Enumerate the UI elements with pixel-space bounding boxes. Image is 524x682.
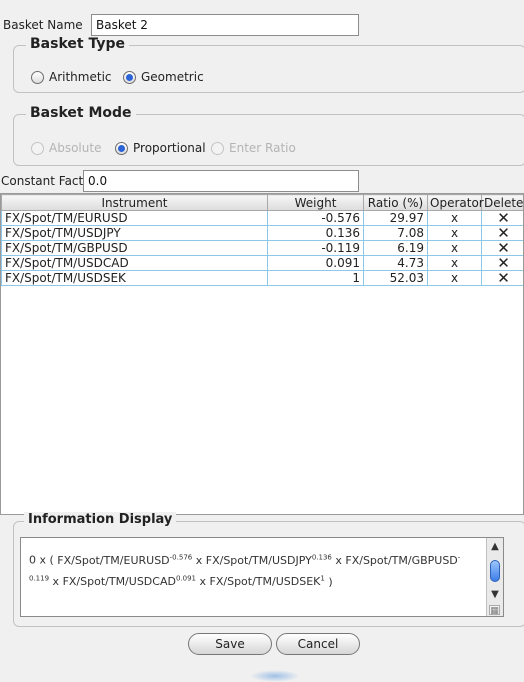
weight-cell[interactable]: -0.119 [268, 241, 364, 256]
cancel-button[interactable]: Cancel [276, 633, 360, 655]
radio-geometric[interactable]: Geometric [123, 70, 204, 84]
table-row[interactable]: FX/Spot/TM/USDJPY 0.136 7.08 x ✕ [2, 226, 524, 241]
formula-term: FX/Spot/TM/EURUSD-0.576 x [57, 554, 202, 567]
weight-cell[interactable]: 1 [268, 271, 364, 286]
ratio-cell[interactable]: 29.97 [364, 211, 428, 226]
weight-cell[interactable]: 0.091 [268, 256, 364, 271]
basket-type-group [13, 45, 524, 93]
instrument-cell[interactable]: FX/Spot/TM/EURUSD [2, 211, 268, 226]
radio-indicator [31, 71, 44, 84]
column-header-weight[interactable]: Weight [268, 195, 364, 211]
delete-x-icon[interactable]: ✕ [482, 211, 524, 226]
radio-indicator [115, 142, 128, 155]
instrument-cell[interactable]: FX/Spot/TM/GBPUSD [2, 241, 268, 256]
formula-prefix: 0 x ( [29, 554, 54, 567]
radio-proportional-label: Proportional [133, 141, 206, 155]
operator-cell[interactable]: x [428, 241, 482, 256]
chevron-down-icon[interactable]: ▼ [487, 588, 503, 602]
operator-cell[interactable]: x [428, 271, 482, 286]
column-header-instrument[interactable]: Instrument [2, 195, 268, 211]
radio-indicator [211, 142, 224, 155]
basket-mode-group [13, 114, 524, 166]
table-row[interactable]: FX/Spot/TM/USDCAD 0.091 4.73 x ✕ [2, 256, 524, 271]
operator-cell[interactable]: x [428, 226, 482, 241]
weight-cell[interactable]: 0.136 [268, 226, 364, 241]
instrument-cell[interactable]: FX/Spot/TM/USDSEK [2, 271, 268, 286]
ratio-cell[interactable]: 52.03 [364, 271, 428, 286]
delete-x-icon[interactable]: ✕ [482, 256, 524, 271]
basket-name-input[interactable] [91, 14, 359, 36]
radio-absolute-label: Absolute [49, 141, 101, 155]
info-scrollbar[interactable]: ▲ ▼ ▦ [486, 538, 503, 616]
ratio-cell[interactable]: 4.73 [364, 256, 428, 271]
delete-x-icon[interactable]: ✕ [482, 271, 524, 286]
resize-grip-icon[interactable]: ▦ [489, 605, 500, 615]
radio-arithmetic-label: Arithmetic [49, 70, 112, 84]
instrument-cell[interactable]: FX/Spot/TM/USDCAD [2, 256, 268, 271]
table-row[interactable]: FX/Spot/TM/GBPUSD -0.119 6.19 x ✕ [2, 241, 524, 256]
operator-cell[interactable]: x [428, 211, 482, 226]
table-row[interactable]: FX/Spot/TM/EURUSD -0.576 29.97 x ✕ [2, 211, 524, 226]
delete-x-icon[interactable]: ✕ [482, 241, 524, 256]
basket-mode-title: Basket Mode [26, 105, 136, 121]
save-button[interactable]: Save [188, 633, 272, 655]
constant-factor-input[interactable] [83, 170, 359, 192]
column-header-delete[interactable]: Delete [482, 195, 524, 211]
window-bottom-glow [250, 670, 300, 682]
information-display-title: Information Display [24, 512, 176, 527]
radio-indicator [31, 142, 44, 155]
operator-cell[interactable]: x [428, 256, 482, 271]
radio-proportional[interactable]: Proportional [115, 141, 206, 155]
chevron-up-icon[interactable]: ▲ [487, 540, 503, 554]
constant-factor-label: Constant Factor [1, 174, 96, 188]
formula-term: FX/Spot/TM/USDSEK1 [210, 575, 325, 588]
instrument-cell[interactable]: FX/Spot/TM/USDJPY [2, 226, 268, 241]
formula-term: FX/Spot/TM/USDJPY0.136 x [206, 554, 342, 567]
ratio-cell[interactable]: 7.08 [364, 226, 428, 241]
radio-enter-ratio-label: Enter Ratio [229, 141, 296, 155]
scroll-thumb[interactable] [490, 560, 500, 582]
radio-arithmetic[interactable]: Arithmetic [31, 70, 112, 84]
basket-name-label: Basket Name [3, 18, 83, 32]
information-display-box: 0 x ( FX/Spot/TM/EURUSD-0.576 x FX/Spot/… [20, 537, 504, 617]
basket-type-title: Basket Type [26, 36, 129, 52]
weight-cell[interactable]: -0.576 [268, 211, 364, 226]
radio-geometric-label: Geometric [141, 70, 204, 84]
instrument-table: Instrument Weight Ratio (%) Operator Del… [0, 193, 524, 515]
radio-indicator [123, 71, 136, 84]
radio-absolute[interactable]: Absolute [31, 141, 101, 155]
table-row[interactable]: FX/Spot/TM/USDSEK 1 52.03 x ✕ [2, 271, 524, 286]
radio-enter-ratio[interactable]: Enter Ratio [211, 141, 296, 155]
delete-x-icon[interactable]: ✕ [482, 226, 524, 241]
formula-suffix: ) [328, 575, 332, 588]
basket-formula-text: 0 x ( FX/Spot/TM/EURUSD-0.576 x FX/Spot/… [29, 548, 479, 591]
ratio-cell[interactable]: 6.19 [364, 241, 428, 256]
table-header-row: Instrument Weight Ratio (%) Operator Del… [2, 195, 524, 211]
column-header-operator[interactable]: Operator [428, 195, 482, 211]
formula-term: FX/Spot/TM/USDCAD0.091 x [63, 575, 206, 588]
column-header-ratio[interactable]: Ratio (%) [364, 195, 428, 211]
